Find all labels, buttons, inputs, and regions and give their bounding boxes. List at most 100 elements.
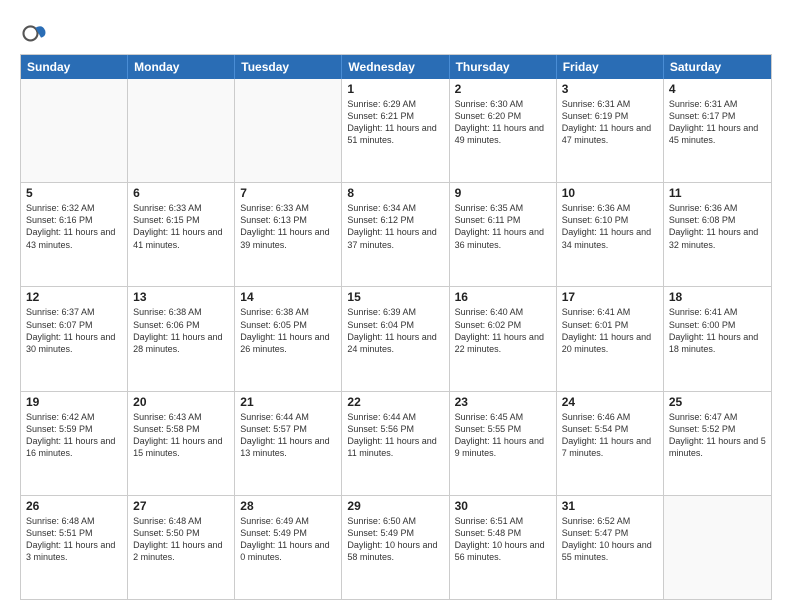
calendar-cell-2-6: 18 Sunrise: 6:41 AM Sunset: 6:00 PM Dayli… <box>664 287 771 390</box>
day-number: 30 <box>455 499 551 513</box>
cell-info: Sunrise: 6:40 AM Sunset: 6:02 PM Dayligh… <box>455 306 551 355</box>
calendar-cell-4-4: 30 Sunrise: 6:51 AM Sunset: 5:48 PM Dayli… <box>450 496 557 599</box>
cell-info: Sunrise: 6:41 AM Sunset: 6:00 PM Dayligh… <box>669 306 766 355</box>
cell-info: Sunrise: 6:34 AM Sunset: 6:12 PM Dayligh… <box>347 202 443 251</box>
day-number: 24 <box>562 395 658 409</box>
calendar-cell-3-5: 24 Sunrise: 6:46 AM Sunset: 5:54 PM Dayli… <box>557 392 664 495</box>
cell-info: Sunrise: 6:32 AM Sunset: 6:16 PM Dayligh… <box>26 202 122 251</box>
cell-info: Sunrise: 6:35 AM Sunset: 6:11 PM Dayligh… <box>455 202 551 251</box>
cell-info: Sunrise: 6:48 AM Sunset: 5:51 PM Dayligh… <box>26 515 122 564</box>
calendar: SundayMondayTuesdayWednesdayThursdayFrid… <box>20 54 772 600</box>
header-day-thursday: Thursday <box>450 55 557 79</box>
cell-info: Sunrise: 6:46 AM Sunset: 5:54 PM Dayligh… <box>562 411 658 460</box>
cell-info: Sunrise: 6:36 AM Sunset: 6:10 PM Dayligh… <box>562 202 658 251</box>
cell-info: Sunrise: 6:39 AM Sunset: 6:04 PM Dayligh… <box>347 306 443 355</box>
calendar-cell-2-5: 17Sunrise: 6:41 AM Sunset: 6:01 PM Dayli… <box>557 287 664 390</box>
day-number: 5 <box>26 186 122 200</box>
calendar-cell-1-2: 7 Sunrise: 6:33 AM Sunset: 6:13 PM Daylig… <box>235 183 342 286</box>
day-number: 19 <box>26 395 122 409</box>
calendar-cell-3-2: 21 Sunrise: 6:44 AM Sunset: 5:57 PM Dayli… <box>235 392 342 495</box>
day-number: 6 <box>133 186 229 200</box>
logo <box>20 18 52 46</box>
cell-info: Sunrise: 6:31 AM Sunset: 6:19 PM Dayligh… <box>562 98 658 147</box>
cell-info: Sunrise: 6:50 AM Sunset: 5:49 PM Dayligh… <box>347 515 443 564</box>
cell-info: Sunrise: 6:29 AM Sunset: 6:21 PM Dayligh… <box>347 98 443 147</box>
calendar-cell-3-4: 23 Sunrise: 6:45 AM Sunset: 5:55 PM Dayli… <box>450 392 557 495</box>
calendar-cell-0-3: 1 Sunrise: 6:29 AM Sunset: 6:21 PM Daylig… <box>342 79 449 182</box>
header-day-sunday: Sunday <box>21 55 128 79</box>
cell-info: Sunrise: 6:48 AM Sunset: 5:50 PM Dayligh… <box>133 515 229 564</box>
calendar-row-4: 26 Sunrise: 6:48 AM Sunset: 5:51 PM Dayli… <box>21 495 771 599</box>
day-number: 22 <box>347 395 443 409</box>
calendar-cell-1-4: 9 Sunrise: 6:35 AM Sunset: 6:11 PM Daylig… <box>450 183 557 286</box>
header <box>20 18 772 46</box>
calendar-cell-1-3: 8Sunrise: 6:34 AM Sunset: 6:12 PM Daylig… <box>342 183 449 286</box>
day-number: 29 <box>347 499 443 513</box>
calendar-cell-0-5: 3 Sunrise: 6:31 AM Sunset: 6:19 PM Daylig… <box>557 79 664 182</box>
cell-info: Sunrise: 6:33 AM Sunset: 6:15 PM Dayligh… <box>133 202 229 251</box>
day-number: 7 <box>240 186 336 200</box>
day-number: 23 <box>455 395 551 409</box>
cell-info: Sunrise: 6:49 AM Sunset: 5:49 PM Dayligh… <box>240 515 336 564</box>
cell-info: Sunrise: 6:38 AM Sunset: 6:05 PM Dayligh… <box>240 306 336 355</box>
calendar-cell-0-0 <box>21 79 128 182</box>
cell-info: Sunrise: 6:52 AM Sunset: 5:47 PM Dayligh… <box>562 515 658 564</box>
day-number: 28 <box>240 499 336 513</box>
cell-info: Sunrise: 6:38 AM Sunset: 6:06 PM Dayligh… <box>133 306 229 355</box>
day-number: 11 <box>669 186 766 200</box>
cell-info: Sunrise: 6:42 AM Sunset: 5:59 PM Dayligh… <box>26 411 122 460</box>
header-day-tuesday: Tuesday <box>235 55 342 79</box>
calendar-cell-4-3: 29 Sunrise: 6:50 AM Sunset: 5:49 PM Dayli… <box>342 496 449 599</box>
calendar-cell-3-6: 25 Sunrise: 6:47 AM Sunset: 5:52 PM Dayli… <box>664 392 771 495</box>
calendar-cell-1-0: 5 Sunrise: 6:32 AM Sunset: 6:16 PM Daylig… <box>21 183 128 286</box>
day-number: 12 <box>26 290 122 304</box>
calendar-cell-2-4: 16 Sunrise: 6:40 AM Sunset: 6:02 PM Dayli… <box>450 287 557 390</box>
calendar-cell-3-1: 20 Sunrise: 6:43 AM Sunset: 5:58 PM Dayli… <box>128 392 235 495</box>
cell-info: Sunrise: 6:37 AM Sunset: 6:07 PM Dayligh… <box>26 306 122 355</box>
calendar-cell-2-0: 12 Sunrise: 6:37 AM Sunset: 6:07 PM Dayli… <box>21 287 128 390</box>
cell-info: Sunrise: 6:47 AM Sunset: 5:52 PM Dayligh… <box>669 411 766 460</box>
calendar-cell-4-0: 26 Sunrise: 6:48 AM Sunset: 5:51 PM Dayli… <box>21 496 128 599</box>
cell-info: Sunrise: 6:44 AM Sunset: 5:57 PM Dayligh… <box>240 411 336 460</box>
day-number: 16 <box>455 290 551 304</box>
page: SundayMondayTuesdayWednesdayThursdayFrid… <box>0 0 792 612</box>
cell-info: Sunrise: 6:33 AM Sunset: 6:13 PM Dayligh… <box>240 202 336 251</box>
header-day-monday: Monday <box>128 55 235 79</box>
cell-info: Sunrise: 6:43 AM Sunset: 5:58 PM Dayligh… <box>133 411 229 460</box>
day-number: 2 <box>455 82 551 96</box>
calendar-cell-2-2: 14Sunrise: 6:38 AM Sunset: 6:05 PM Dayli… <box>235 287 342 390</box>
day-number: 26 <box>26 499 122 513</box>
day-number: 27 <box>133 499 229 513</box>
logo-icon <box>20 18 48 46</box>
calendar-row-3: 19 Sunrise: 6:42 AM Sunset: 5:59 PM Dayli… <box>21 391 771 495</box>
calendar-cell-1-6: 11 Sunrise: 6:36 AM Sunset: 6:08 PM Dayli… <box>664 183 771 286</box>
day-number: 18 <box>669 290 766 304</box>
day-number: 31 <box>562 499 658 513</box>
day-number: 20 <box>133 395 229 409</box>
calendar-cell-0-4: 2 Sunrise: 6:30 AM Sunset: 6:20 PM Daylig… <box>450 79 557 182</box>
day-number: 1 <box>347 82 443 96</box>
cell-info: Sunrise: 6:45 AM Sunset: 5:55 PM Dayligh… <box>455 411 551 460</box>
calendar-cell-2-1: 13 Sunrise: 6:38 AM Sunset: 6:06 PM Dayli… <box>128 287 235 390</box>
calendar-header: SundayMondayTuesdayWednesdayThursdayFrid… <box>21 55 771 79</box>
cell-info: Sunrise: 6:41 AM Sunset: 6:01 PM Dayligh… <box>562 306 658 355</box>
day-number: 9 <box>455 186 551 200</box>
cell-info: Sunrise: 6:51 AM Sunset: 5:48 PM Dayligh… <box>455 515 551 564</box>
calendar-row-0: 1 Sunrise: 6:29 AM Sunset: 6:21 PM Daylig… <box>21 79 771 182</box>
calendar-cell-1-5: 10Sunrise: 6:36 AM Sunset: 6:10 PM Dayli… <box>557 183 664 286</box>
day-number: 25 <box>669 395 766 409</box>
cell-info: Sunrise: 6:30 AM Sunset: 6:20 PM Dayligh… <box>455 98 551 147</box>
calendar-cell-4-6 <box>664 496 771 599</box>
cell-info: Sunrise: 6:36 AM Sunset: 6:08 PM Dayligh… <box>669 202 766 251</box>
calendar-cell-0-6: 4 Sunrise: 6:31 AM Sunset: 6:17 PM Daylig… <box>664 79 771 182</box>
header-day-wednesday: Wednesday <box>342 55 449 79</box>
calendar-row-2: 12 Sunrise: 6:37 AM Sunset: 6:07 PM Dayli… <box>21 286 771 390</box>
calendar-cell-3-0: 19 Sunrise: 6:42 AM Sunset: 5:59 PM Dayli… <box>21 392 128 495</box>
day-number: 13 <box>133 290 229 304</box>
calendar-cell-3-3: 22Sunrise: 6:44 AM Sunset: 5:56 PM Dayli… <box>342 392 449 495</box>
day-number: 3 <box>562 82 658 96</box>
header-day-saturday: Saturday <box>664 55 771 79</box>
day-number: 4 <box>669 82 766 96</box>
day-number: 21 <box>240 395 336 409</box>
cell-info: Sunrise: 6:31 AM Sunset: 6:17 PM Dayligh… <box>669 98 766 147</box>
